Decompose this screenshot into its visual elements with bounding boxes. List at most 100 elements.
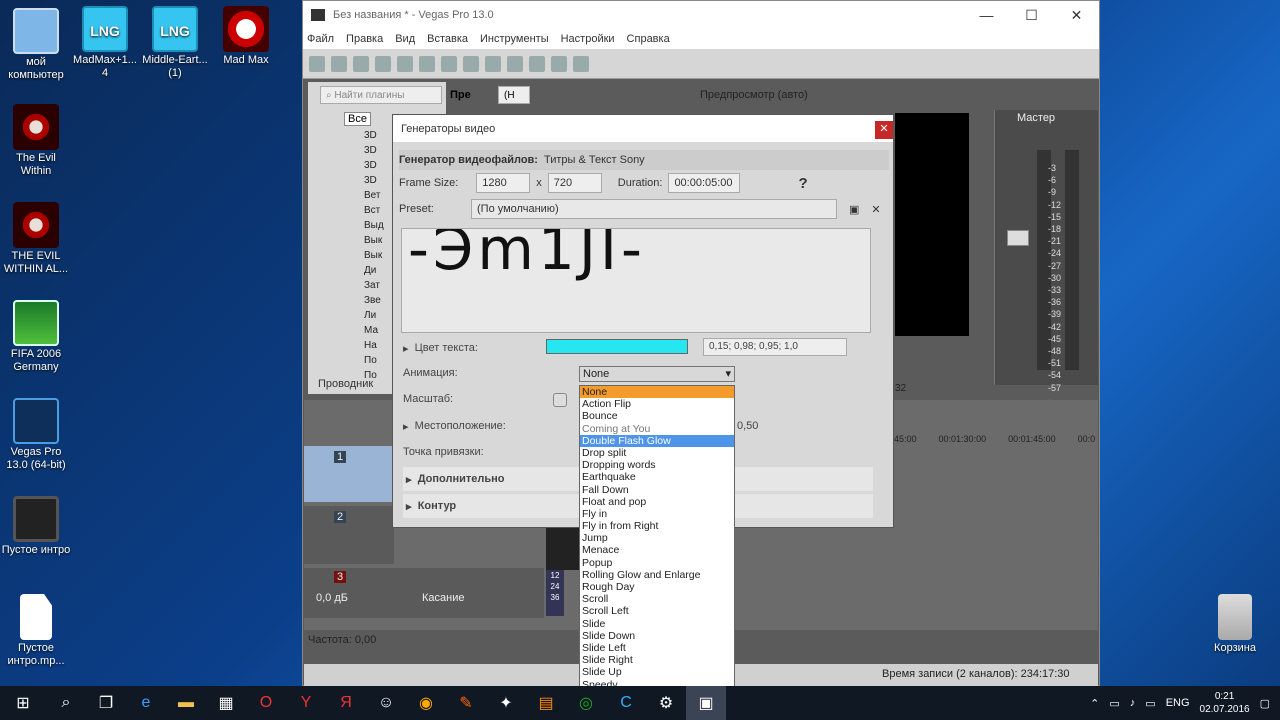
animation-option[interactable]: Slide xyxy=(580,618,734,630)
help-icon[interactable] xyxy=(573,55,589,72)
opera-taskbar-icon[interactable]: O xyxy=(246,686,286,720)
vegas-taskbar-icon[interactable]: ▣ xyxy=(686,686,726,720)
text-color-swatch[interactable] xyxy=(546,339,688,354)
paste-icon[interactable] xyxy=(485,55,501,72)
save-icon[interactable] xyxy=(353,55,369,72)
network-icon[interactable]: ▭ xyxy=(1109,697,1119,710)
tree-item[interactable]: Ма xyxy=(364,323,384,338)
preview-tab[interactable]: Пре xyxy=(450,89,471,101)
video-clip[interactable] xyxy=(546,524,582,570)
tree-item[interactable]: Выд xyxy=(364,218,384,233)
animation-option[interactable]: Rough Day xyxy=(580,581,734,593)
cut-icon[interactable] xyxy=(441,55,457,72)
volume-icon[interactable]: ♪ xyxy=(1130,697,1136,709)
tree-item[interactable]: Вет xyxy=(364,188,384,203)
chevron-up-icon[interactable]: ⌃ xyxy=(1090,697,1099,710)
animation-option[interactable]: Rolling Glow and Enlarge xyxy=(580,569,734,581)
desktop-icon-evil-within-all[interactable]: THE EVIL WITHIN AL... xyxy=(0,202,72,276)
desktop-icon-madmax[interactable]: LNG MadMax+1... 4 xyxy=(69,6,141,80)
master-fader[interactable] xyxy=(1007,230,1029,246)
animation-option[interactable]: Scroll xyxy=(580,593,734,605)
animation-option[interactable]: Jump xyxy=(580,532,734,544)
dialog-close-button[interactable]: ✕ xyxy=(875,121,893,139)
ccleaner-taskbar-icon[interactable]: C xyxy=(606,686,646,720)
menu-tools[interactable]: Инструменты xyxy=(480,33,549,45)
scale-slider[interactable] xyxy=(553,393,567,407)
animation-option[interactable]: Slide Right xyxy=(580,654,734,666)
notifications-icon[interactable]: ▢ xyxy=(1260,697,1270,710)
xbox-taskbar-icon[interactable]: ◎ xyxy=(566,686,606,720)
desktop-icon-vegas[interactable]: Vegas Pro 13.0 (64-bit) xyxy=(0,398,72,472)
tree-item[interactable]: 3D xyxy=(364,143,384,158)
track-2-header[interactable]: 2 xyxy=(304,506,394,564)
frame-height-input[interactable]: 720 xyxy=(547,173,602,193)
tree-item[interactable]: Вст xyxy=(364,203,384,218)
animation-option[interactable]: Earthquake xyxy=(580,471,734,483)
desktop-icon-middle-earth[interactable]: LNG Middle-Eart... (1) xyxy=(139,6,211,80)
animation-option[interactable]: Drop split xyxy=(580,447,734,459)
animation-option[interactable]: Coming at You xyxy=(580,423,734,435)
store-taskbar-icon[interactable]: ▦ xyxy=(206,686,246,720)
start-button[interactable]: ⊞ xyxy=(0,686,46,720)
animation-option[interactable]: Fly in xyxy=(580,508,734,520)
animation-option[interactable]: Dropping words xyxy=(580,459,734,471)
desktop-icon-evil-within[interactable]: The Evil Within xyxy=(0,104,72,178)
yandex-taskbar-icon[interactable]: Я xyxy=(326,686,366,720)
tree-item[interactable]: Зат xyxy=(364,278,384,293)
redo-icon[interactable] xyxy=(529,55,545,72)
tree-root[interactable]: Все xyxy=(344,112,371,126)
brush-icon[interactable] xyxy=(551,55,567,72)
track-1-header[interactable]: 1 xyxy=(304,446,394,502)
tree-item[interactable]: Зве xyxy=(364,293,384,308)
expand-arrow-icon[interactable]: ▸ xyxy=(403,420,409,433)
desktop-icon-fifa[interactable]: FIFA 2006 Germany xyxy=(0,300,72,374)
close-button[interactable]: ✕ xyxy=(1054,7,1099,24)
steam-taskbar-icon[interactable]: ⚙ xyxy=(646,686,686,720)
language-indicator[interactable]: ENG xyxy=(1166,697,1190,709)
tree-item[interactable]: 3D xyxy=(364,173,384,188)
tree-item[interactable]: На xyxy=(364,338,384,353)
task-view-button[interactable]: ❐ xyxy=(86,686,126,720)
save-preset-icon[interactable]: ▣ xyxy=(849,203,859,216)
tree-item[interactable]: Вык xyxy=(364,233,384,248)
animation-option[interactable]: None xyxy=(580,386,734,399)
edit-taskbar-icon[interactable]: ✎ xyxy=(446,686,486,720)
expand-arrow-icon[interactable]: ▸ xyxy=(403,342,409,355)
app-taskbar-icon[interactable]: ☺ xyxy=(366,686,406,720)
color-value-input[interactable]: 0,15; 0,98; 0,95; 1,0 xyxy=(703,338,847,356)
preview-quality-select[interactable]: Предпросмотр (авто) xyxy=(700,89,808,101)
animation-option[interactable]: Action Flip xyxy=(580,398,734,410)
delete-preset-icon[interactable]: ✕ xyxy=(871,203,880,216)
animation-option[interactable]: Slide Left xyxy=(580,642,734,654)
desktop-icon-intro-video[interactable]: Пустое интро xyxy=(0,496,72,557)
keyboard-icon[interactable]: ▭ xyxy=(1145,697,1155,710)
open-icon[interactable] xyxy=(331,55,347,72)
animation-option[interactable]: Slide Down xyxy=(580,630,734,642)
properties-icon[interactable] xyxy=(419,55,435,72)
explorer-tab[interactable]: Проводник xyxy=(318,378,373,390)
animation-option[interactable]: Bounce xyxy=(580,410,734,422)
copy-icon[interactable] xyxy=(463,55,479,72)
tree-item[interactable]: По xyxy=(364,353,384,368)
track-3-header[interactable]: 3 0,0 дБ Касание xyxy=(304,568,544,618)
animation-option[interactable]: Scroll Left xyxy=(580,605,734,617)
animation-select[interactable]: None ▾ xyxy=(579,366,735,382)
menu-help[interactable]: Справка xyxy=(627,33,670,45)
animation-option[interactable]: Slide Up xyxy=(580,666,734,678)
animation-option[interactable]: Menace xyxy=(580,544,734,556)
automation-mode[interactable]: Касание xyxy=(422,592,464,604)
edge-taskbar-icon[interactable]: e xyxy=(126,686,166,720)
minimize-button[interactable]: — xyxy=(964,7,1009,24)
animation-option[interactable]: Double Flash Glow xyxy=(580,434,734,447)
animation-option[interactable]: Fall Down xyxy=(580,484,734,496)
zoom-select[interactable]: (Н xyxy=(498,86,530,104)
menu-options[interactable]: Настройки xyxy=(561,33,615,45)
maximize-button[interactable]: ☐ xyxy=(1009,7,1054,24)
desktop-icon-recycle-bin[interactable]: Корзина xyxy=(1199,594,1271,655)
tree-item[interactable]: 3D xyxy=(364,128,384,143)
animation-option[interactable]: Fly in from Right xyxy=(580,520,734,532)
text-preview[interactable]: -Эm1JI- xyxy=(401,228,871,333)
search-button[interactable]: ⌕ xyxy=(46,686,86,720)
tools-taskbar-icon[interactable]: ✦ xyxy=(486,686,526,720)
help-icon[interactable]: ? xyxy=(798,175,807,192)
